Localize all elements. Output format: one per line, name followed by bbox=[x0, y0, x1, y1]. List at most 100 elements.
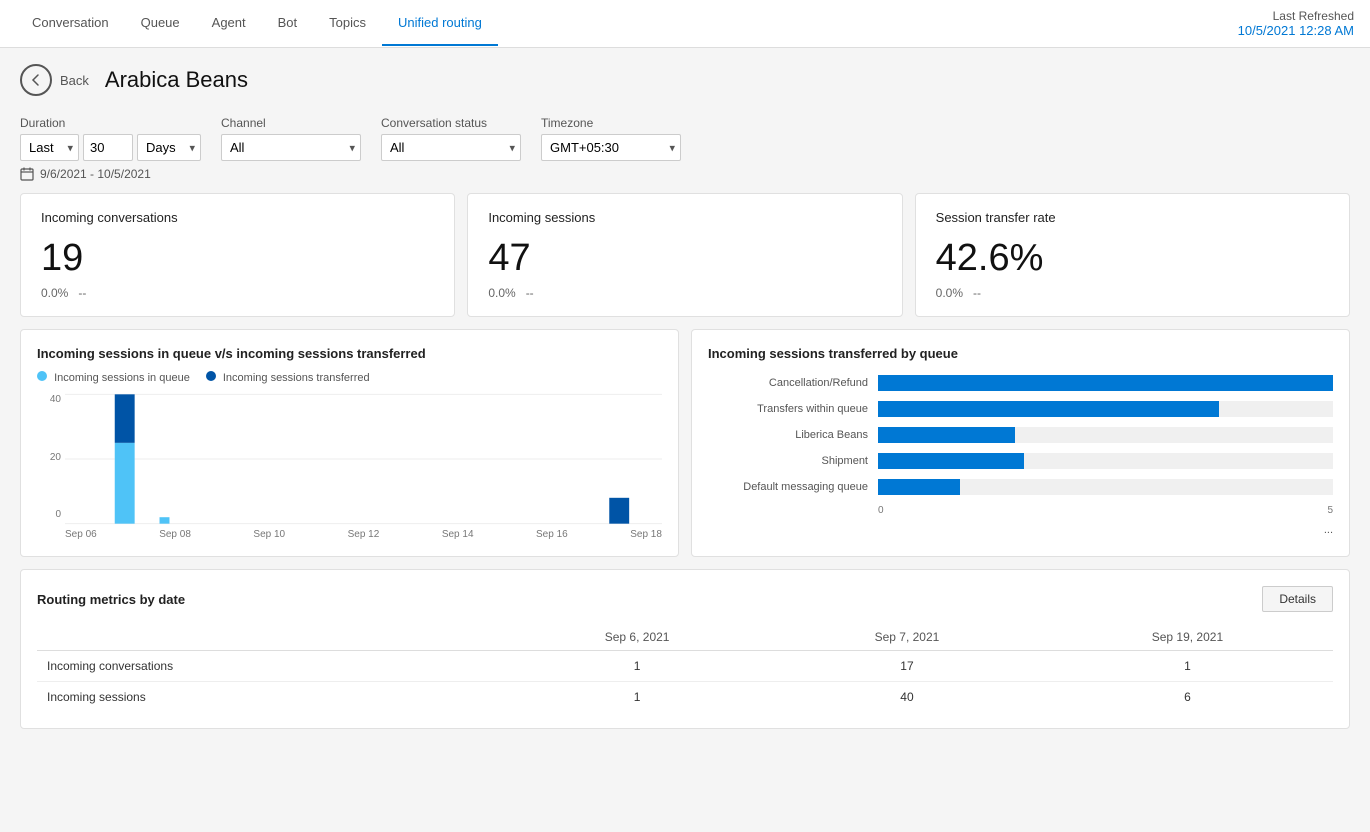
details-button[interactable]: Details bbox=[1262, 586, 1333, 612]
tab-topics[interactable]: Topics bbox=[313, 1, 382, 46]
kpi-title-0: Incoming conversations bbox=[41, 210, 434, 225]
chart-right-title: Incoming sessions transferred by queue bbox=[708, 346, 1333, 361]
duration-preset-select[interactable]: Last bbox=[20, 134, 79, 161]
hbar-fill-4 bbox=[878, 479, 960, 495]
col-header-2: Sep 7, 2021 bbox=[772, 624, 1042, 651]
tab-agent[interactable]: Agent bbox=[196, 1, 262, 46]
tab-bot[interactable]: Bot bbox=[262, 1, 314, 46]
channel-filter: Channel All bbox=[221, 116, 361, 161]
conv-status-label: Conversation status bbox=[381, 116, 521, 130]
kpi-trend-0: -- bbox=[78, 286, 86, 300]
kpi-title-2: Session transfer rate bbox=[936, 210, 1329, 225]
back-label[interactable]: Back bbox=[60, 73, 89, 88]
kpi-pct-0: 0.0% bbox=[41, 286, 68, 300]
kpi-row: Incoming conversations 19 0.0% -- Incomi… bbox=[20, 193, 1350, 317]
hbar-track-3 bbox=[878, 453, 1333, 469]
kpi-value-1: 47 bbox=[488, 237, 881, 280]
legend-queue-label: Incoming sessions in queue bbox=[54, 372, 190, 384]
hbar-track-1 bbox=[878, 401, 1333, 417]
date-range-text: 9/6/2021 - 10/5/2021 bbox=[40, 167, 151, 181]
col-header-1: Sep 6, 2021 bbox=[502, 624, 772, 651]
bar-transfer-0 bbox=[115, 394, 135, 443]
calendar-icon bbox=[20, 167, 34, 181]
y-label-0: 0 bbox=[37, 509, 61, 520]
row-0-val-2: 1 bbox=[1042, 651, 1333, 682]
chart-left-legend: Incoming sessions in queue Incoming sess… bbox=[37, 371, 662, 384]
kpi-pct-1: 0.0% bbox=[488, 286, 515, 300]
hbar-label-0: Cancellation/Refund bbox=[708, 377, 878, 389]
legend-dot-queue bbox=[37, 371, 47, 381]
conv-status-select[interactable]: All bbox=[381, 134, 521, 161]
x-label-sep14: Sep 14 bbox=[442, 529, 474, 540]
kpi-value-0: 19 bbox=[41, 237, 434, 280]
hbar-fill-2 bbox=[878, 427, 1015, 443]
hbar-label-1: Transfers within queue bbox=[708, 403, 878, 415]
kpi-incoming-conversations: Incoming conversations 19 0.0% -- bbox=[20, 193, 455, 317]
main-content: Back Arabica Beans Duration Last Days bbox=[0, 48, 1370, 832]
table-header: Sep 6, 2021 Sep 7, 2021 Sep 19, 2021 bbox=[37, 624, 1333, 651]
duration-label: Duration bbox=[20, 116, 201, 130]
x-label-sep08: Sep 08 bbox=[159, 529, 191, 540]
row-0-val-0: 1 bbox=[502, 651, 772, 682]
row-0-val-1: 17 bbox=[772, 651, 1042, 682]
legend-transferred-label: Incoming sessions transferred bbox=[223, 372, 370, 384]
table-header-row: Routing metrics by date Details bbox=[37, 586, 1333, 612]
x-label-sep12: Sep 12 bbox=[348, 529, 380, 540]
hbar-fill-1 bbox=[878, 401, 1219, 417]
row-1-val-0: 1 bbox=[502, 682, 772, 713]
kpi-session-transfer-rate: Session transfer rate 42.6% 0.0% -- bbox=[915, 193, 1350, 317]
data-table: Sep 6, 2021 Sep 7, 2021 Sep 19, 2021 Inc… bbox=[37, 624, 1333, 712]
row-1-label: Incoming sessions bbox=[37, 682, 502, 713]
back-button[interactable] bbox=[20, 64, 52, 96]
hbar-label-4: Default messaging queue bbox=[708, 481, 878, 493]
legend-transferred: Incoming sessions transferred bbox=[206, 371, 370, 384]
hbar-x-labels: 0 5 bbox=[878, 505, 1333, 516]
bar-transfer-2 bbox=[609, 498, 629, 524]
row-1-val-2: 6 bbox=[1042, 682, 1333, 713]
back-header: Back Arabica Beans bbox=[20, 64, 1350, 96]
hbar-fill-0 bbox=[878, 375, 1333, 391]
chart-sessions-vs-transferred: Incoming sessions in queue v/s incoming … bbox=[20, 329, 679, 557]
hbar-row-2: Liberica Beans bbox=[708, 427, 1333, 443]
tab-conversation[interactable]: Conversation bbox=[16, 1, 125, 46]
kpi-trend-2: -- bbox=[973, 286, 981, 300]
hbar-label-2: Liberica Beans bbox=[708, 429, 878, 441]
duration-filter: Duration Last Days bbox=[20, 116, 201, 161]
duration-value-input[interactable] bbox=[83, 134, 133, 161]
channel-label: Channel bbox=[221, 116, 361, 130]
x-label-sep16: Sep 16 bbox=[536, 529, 568, 540]
hbar-chart: Cancellation/Refund Transfers within que… bbox=[708, 371, 1333, 520]
date-range: 9/6/2021 - 10/5/2021 bbox=[20, 167, 1350, 181]
hbar-row-0: Cancellation/Refund bbox=[708, 375, 1333, 391]
table-row: Incoming sessions 1 40 6 bbox=[37, 682, 1333, 713]
row-0-label: Incoming conversations bbox=[37, 651, 502, 682]
y-label-40: 40 bbox=[37, 394, 61, 405]
chart-left-title: Incoming sessions in queue v/s incoming … bbox=[37, 346, 662, 361]
nav-tabs: Conversation Queue Agent Bot Topics Unif… bbox=[16, 1, 498, 46]
x-label-sep06: Sep 06 bbox=[65, 529, 97, 540]
col-header-3: Sep 19, 2021 bbox=[1042, 624, 1333, 651]
page-title: Arabica Beans bbox=[105, 67, 248, 93]
table-row: Incoming conversations 1 17 1 bbox=[37, 651, 1333, 682]
hbar-x-5: 5 bbox=[1327, 505, 1333, 516]
kpi-trend-1: -- bbox=[526, 286, 534, 300]
tab-queue[interactable]: Queue bbox=[125, 1, 196, 46]
legend-queue: Incoming sessions in queue bbox=[37, 371, 190, 384]
timezone-filter: Timezone GMT+05:30 bbox=[541, 116, 681, 161]
chart-sessions-by-queue: Incoming sessions transferred by queue C… bbox=[691, 329, 1350, 557]
hbar-row-4: Default messaging queue bbox=[708, 479, 1333, 495]
tab-unified-routing[interactable]: Unified routing bbox=[382, 1, 498, 46]
y-label-20: 20 bbox=[37, 452, 61, 463]
x-label-sep18: Sep 18 bbox=[630, 529, 662, 540]
hbar-row-3: Shipment bbox=[708, 453, 1333, 469]
x-label-sep10: Sep 10 bbox=[253, 529, 285, 540]
kpi-incoming-sessions: Incoming sessions 47 0.0% -- bbox=[467, 193, 902, 317]
table-title: Routing metrics by date bbox=[37, 592, 185, 607]
kpi-title-1: Incoming sessions bbox=[488, 210, 881, 225]
channel-select[interactable]: All bbox=[221, 134, 361, 161]
chart-more[interactable]: ... bbox=[708, 524, 1333, 536]
charts-row: Incoming sessions in queue v/s incoming … bbox=[20, 329, 1350, 557]
duration-unit-select[interactable]: Days bbox=[137, 134, 201, 161]
timezone-select[interactable]: GMT+05:30 bbox=[541, 134, 681, 161]
filters-row: Duration Last Days Channel All bbox=[20, 116, 1350, 161]
